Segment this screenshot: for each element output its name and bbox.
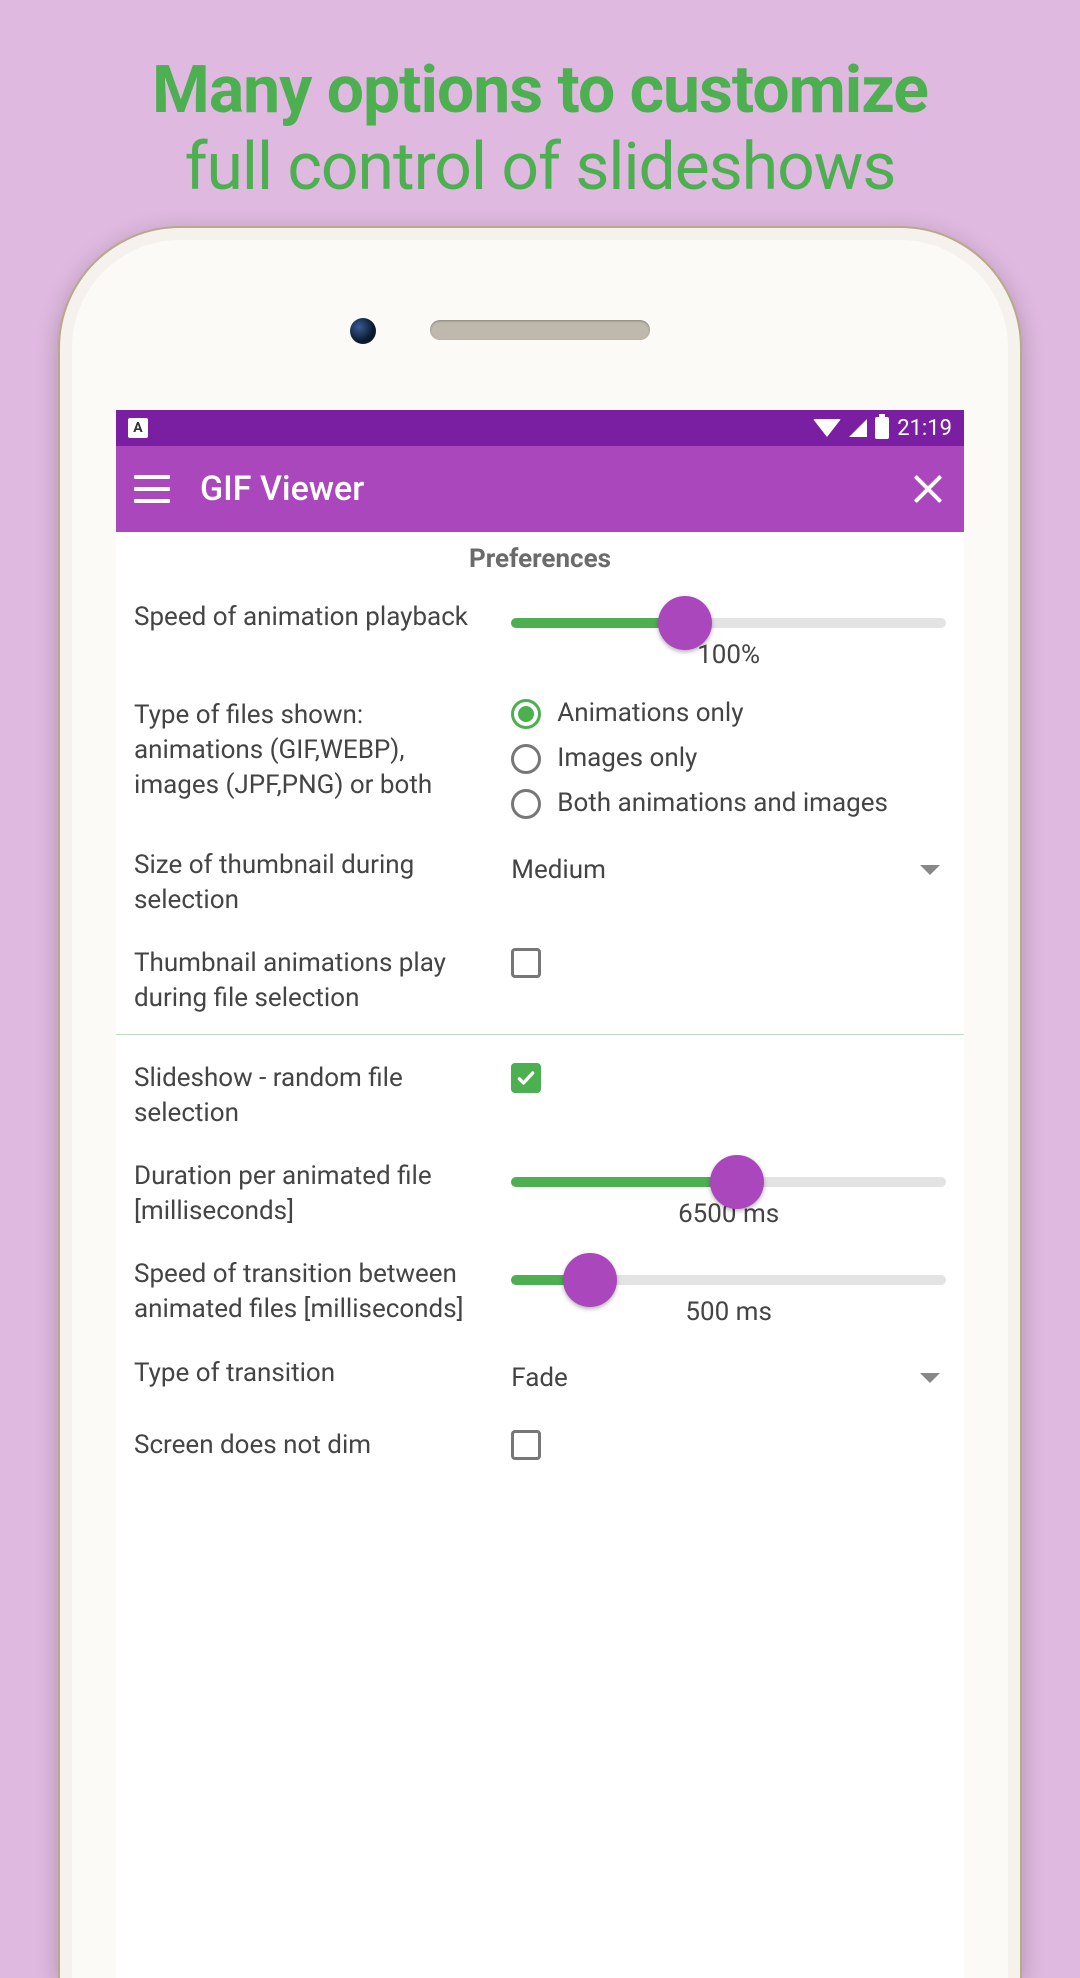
notification-badge-icon: A: [128, 418, 148, 438]
pref-thumb-size: Size of thumbnail during selection Mediu…: [116, 830, 964, 928]
device-screen: A 21:19 GIF Viewer Preferences: [116, 410, 964, 1978]
chevron-down-icon: [920, 865, 940, 875]
pref-speed-playback: Speed of animation playback 100%: [116, 582, 964, 680]
promo-line-2: full control of slideshows: [0, 129, 1080, 206]
pref-thumb-anim: Thumbnail animations play during file se…: [116, 928, 964, 1026]
pref-label: Duration per animated file [milliseconds…: [134, 1159, 491, 1229]
promo-text: Many options to customize full control o…: [0, 0, 1080, 206]
no-dim-checkbox[interactable]: [511, 1430, 541, 1460]
pref-label: Slideshow - random file selection: [134, 1061, 491, 1131]
speed-value: 100%: [511, 640, 946, 670]
radio-both[interactable]: Both animations and images: [511, 788, 946, 819]
pref-label: Screen does not dim: [134, 1428, 491, 1463]
radio-icon: [511, 744, 541, 774]
file-types-radio-group: Animations only Images only Both animati…: [511, 698, 946, 820]
dropdown-value: Medium: [511, 855, 606, 885]
wifi-icon: [813, 419, 841, 437]
pref-random-selection: Slideshow - random file selection: [116, 1043, 964, 1141]
radio-icon: [511, 789, 541, 819]
duration-slider[interactable]: [511, 1177, 946, 1187]
app-title: GIF Viewer: [200, 469, 880, 509]
slider-thumb[interactable]: [710, 1155, 764, 1209]
thumb-size-dropdown[interactable]: Medium: [511, 848, 946, 892]
menu-button[interactable]: [134, 475, 170, 503]
slider-fill: [511, 1177, 737, 1187]
slider-thumb[interactable]: [658, 596, 712, 650]
transition-type-dropdown[interactable]: Fade: [511, 1356, 946, 1400]
phone-camera-icon: [350, 318, 376, 344]
pref-label: Type of transition: [134, 1356, 491, 1391]
pref-label: Speed of animation playback: [134, 600, 491, 635]
pref-transition-type: Type of transition Fade: [116, 1338, 964, 1410]
section-heading: Preferences: [116, 532, 964, 582]
preferences-panel: Preferences Speed of animation playback …: [116, 532, 964, 1517]
radio-label: Both animations and images: [557, 788, 888, 819]
pref-label: Thumbnail animations play during file se…: [134, 946, 491, 1016]
close-button[interactable]: [910, 471, 946, 507]
radio-label: Animations only: [557, 698, 743, 729]
thumb-anim-checkbox[interactable]: [511, 948, 541, 978]
battery-charging-icon: [875, 417, 889, 439]
radio-images-only[interactable]: Images only: [511, 743, 946, 774]
pref-no-dim: Screen does not dim: [116, 1410, 964, 1477]
pref-file-types: Type of files shown: animations (GIF,WEB…: [116, 680, 964, 830]
slider-thumb[interactable]: [563, 1253, 617, 1307]
app-bar: GIF Viewer: [116, 446, 964, 532]
transition-speed-slider[interactable]: [511, 1275, 946, 1285]
radio-icon: [511, 699, 541, 729]
status-time: 21:19: [897, 416, 952, 441]
radio-animations-only[interactable]: Animations only: [511, 698, 946, 729]
radio-label: Images only: [557, 743, 697, 774]
chevron-down-icon: [920, 1373, 940, 1383]
speed-slider[interactable]: [511, 618, 946, 628]
status-bar: A 21:19: [116, 410, 964, 446]
pref-label: Type of files shown: animations (GIF,WEB…: [134, 698, 491, 803]
promo-line-1: Many options to customize: [0, 52, 1080, 129]
pref-transition-speed: Speed of transition between animated fil…: [116, 1239, 964, 1337]
pref-duration: Duration per animated file [milliseconds…: [116, 1141, 964, 1239]
pref-label: Speed of transition between animated fil…: [134, 1257, 491, 1327]
pref-label: Size of thumbnail during selection: [134, 848, 491, 918]
divider: [116, 1034, 964, 1035]
phone-speaker-icon: [430, 320, 650, 340]
random-checkbox[interactable]: [511, 1063, 541, 1093]
signal-icon: [849, 419, 867, 437]
phone-frame: A 21:19 GIF Viewer Preferences: [60, 228, 1020, 1978]
dropdown-value: Fade: [511, 1363, 568, 1393]
